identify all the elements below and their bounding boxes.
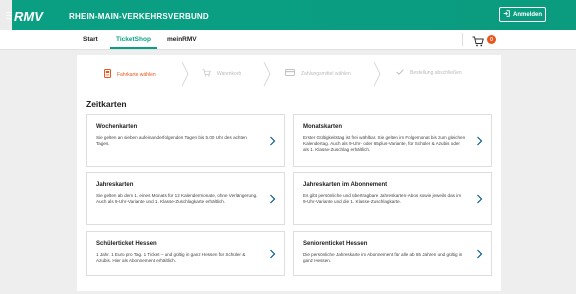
card-description: Erster Gültigkeitstag ist frei wählbar. … bbox=[303, 135, 466, 152]
step-4: Bestellung abschließen bbox=[396, 69, 462, 77]
nav-ticketshop[interactable]: TicketShop bbox=[116, 36, 151, 43]
nav-active-indicator bbox=[110, 47, 157, 49]
card-seniorenticket[interactable]: Seniorenticket Hessen Die persönliche Ja… bbox=[293, 231, 492, 276]
card-title: Wochenkarten bbox=[96, 124, 138, 130]
login-label: Anmelden bbox=[512, 11, 542, 18]
card-description: Sie gelten ab dem 1. eines Monats für 12… bbox=[96, 193, 258, 204]
card-wochenkarten[interactable]: Wochenkarten Sie gelten an sieben aufein… bbox=[86, 114, 285, 167]
login-icon bbox=[503, 10, 510, 19]
cart-count-badge: 0 bbox=[487, 35, 496, 44]
brand-name: RHEIN-MAIN-VERKEHRSVERBUND bbox=[69, 12, 209, 21]
chevron-right-icon bbox=[477, 249, 483, 258]
card-jahreskarten[interactable]: Jahreskarten Sie gelten ab dem 1. eines … bbox=[86, 172, 285, 225]
step-3: Zahlungsmittel wählen bbox=[285, 69, 351, 78]
cart-button[interactable]: 0 bbox=[470, 34, 500, 47]
chevron-right-icon bbox=[270, 249, 276, 258]
chevron-right-icon bbox=[270, 194, 276, 203]
chevron-right-icon bbox=[270, 136, 276, 145]
step-2-label: Warenkorb bbox=[217, 71, 242, 77]
card-jahreskarten-abo[interactable]: Jahreskarten im Abonnement Es gibt persö… bbox=[293, 172, 492, 225]
card-title: Jahreskarten bbox=[96, 182, 134, 188]
rmv-logo[interactable]: RMV bbox=[6, 9, 64, 24]
step-2: Warenkorb bbox=[202, 69, 241, 79]
chevron-right-icon bbox=[477, 136, 483, 145]
login-button[interactable]: Anmelden bbox=[499, 7, 546, 22]
card-title: Jahreskarten im Abonnement bbox=[303, 182, 388, 188]
card-monatskarten[interactable]: Monatskarten Erster Gültigkeitstag ist f… bbox=[293, 114, 492, 167]
card-description: Sie gelten an sieben aufeinanderfolgende… bbox=[96, 135, 247, 146]
step-separator-2 bbox=[263, 62, 271, 86]
nav-meinrmv[interactable]: meinRMV bbox=[167, 36, 197, 43]
card-title: Schülerticket Hessen bbox=[96, 241, 157, 247]
card-description: 1 Jahr. 1 Euro pro Tag. 1 Ticket – und g… bbox=[96, 252, 246, 263]
chevron-right-icon bbox=[477, 194, 483, 203]
nav-start[interactable]: Start bbox=[83, 36, 98, 43]
checkmark-icon bbox=[396, 69, 404, 77]
section-title: Zeitkarten bbox=[86, 99, 127, 109]
card-schuelerticket[interactable]: Schülerticket Hessen 1 Jahr. 1 Euro pro … bbox=[86, 231, 285, 276]
cart-icon bbox=[202, 69, 211, 79]
step-1[interactable]: Fahrkarte wählen bbox=[104, 69, 156, 80]
cart-icon bbox=[472, 34, 484, 52]
checkout-steps: Fahrkarte wählen Warenkorb Zahlungsmitte… bbox=[77, 58, 501, 91]
credit-card-icon bbox=[285, 69, 295, 78]
step-3-label: Zahlungsmittel wählen bbox=[301, 70, 351, 77]
logo-text: RMV bbox=[14, 9, 44, 23]
step-1-label: Fahrkarte wählen bbox=[117, 71, 156, 78]
step-separator-1 bbox=[181, 62, 189, 86]
card-title: Monatskarten bbox=[303, 124, 343, 130]
step-4-label: Bestellung abschließen bbox=[410, 70, 462, 76]
step-separator-3 bbox=[373, 62, 381, 86]
ticket-machine-icon bbox=[104, 69, 111, 80]
nav-divider bbox=[462, 33, 463, 46]
card-description: Es gibt persönliche und übertragbare Jah… bbox=[303, 193, 462, 204]
card-description: Die persönliche Jahreskarte im Abonnemen… bbox=[303, 252, 463, 263]
card-title: Seniorenticket Hessen bbox=[303, 241, 368, 247]
